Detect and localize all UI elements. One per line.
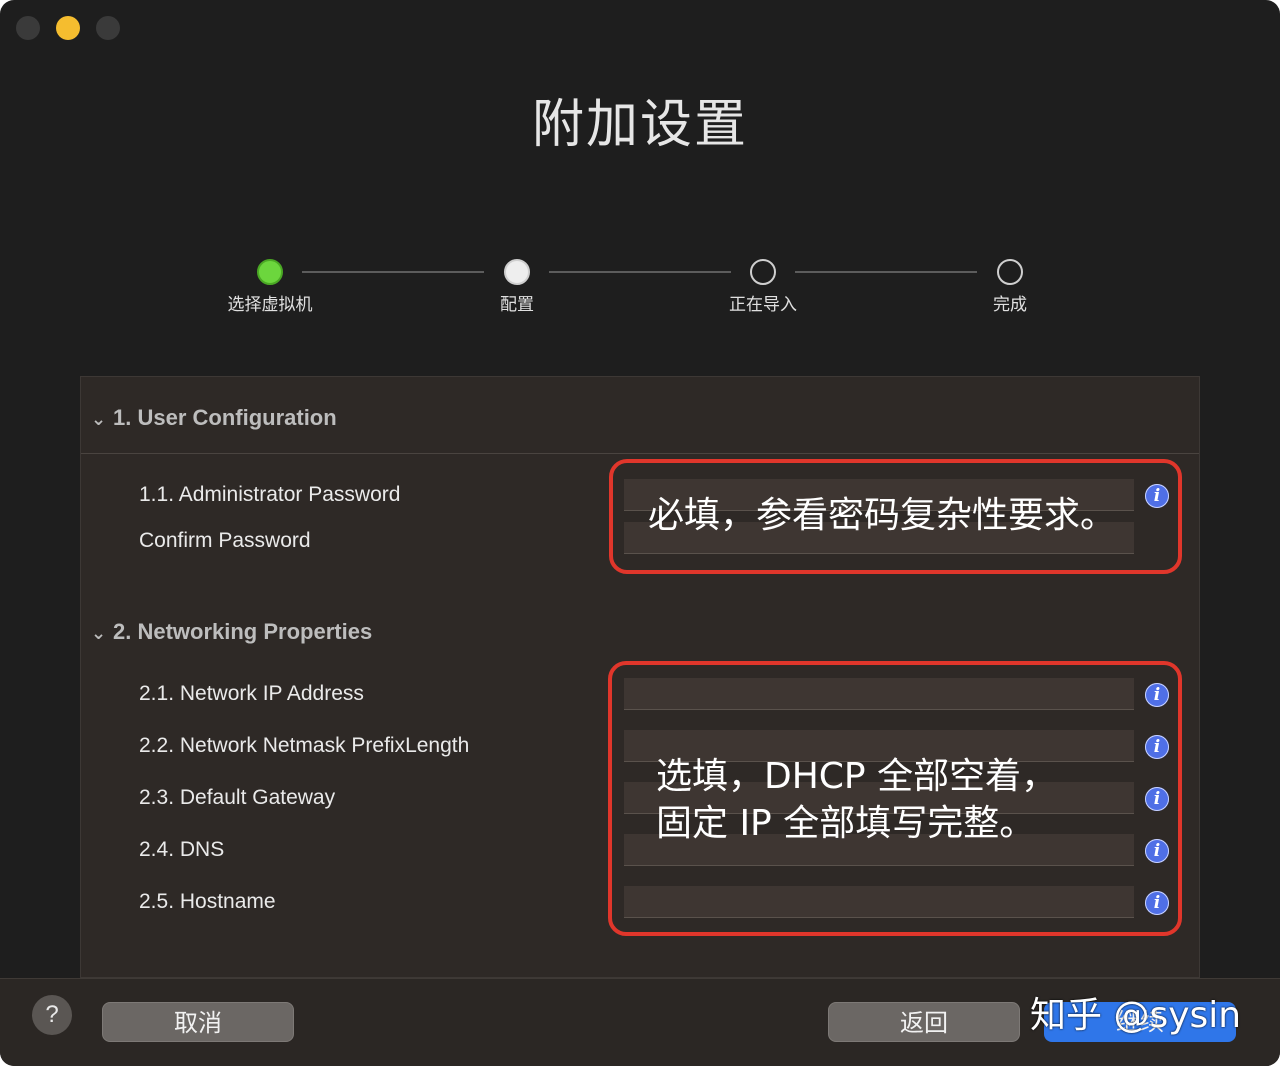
field-label-hostname: 2.5. Hostname — [139, 890, 276, 913]
step-indicator-current — [504, 259, 530, 285]
chevron-down-icon: ⌄ — [91, 623, 107, 643]
field-label-admin-password: 1.1. Administrator Password — [139, 483, 401, 506]
chevron-down-icon: ⌄ — [91, 409, 107, 429]
step-label-importing: 正在导入 — [729, 295, 797, 315]
field-label-default-gateway: 2.3. Default Gateway — [139, 786, 336, 809]
import-wizard-window: 附加设置 选择虚拟机 配置 正在导入 完成 ⌄ 1. User Configura… — [0, 0, 1280, 1066]
field-label-dns: 2.4. DNS — [139, 838, 225, 861]
step-label-finish: 完成 — [993, 295, 1027, 315]
close-window-button[interactable] — [16, 16, 40, 40]
step-indicator-pending — [997, 259, 1023, 285]
minimize-window-button[interactable] — [56, 16, 80, 40]
step-connector — [302, 271, 484, 273]
step-connector — [549, 271, 731, 273]
section-header-user-configuration[interactable]: ⌄ 1. User Configuration — [91, 405, 337, 431]
step-indicator-pending — [750, 259, 776, 285]
section-divider — [81, 453, 1199, 454]
step-indicator-done — [257, 259, 283, 285]
section-header-networking-properties[interactable]: ⌄ 2. Networking Properties — [91, 619, 372, 645]
watermark-text: 知乎 @sysin — [1030, 995, 1242, 1036]
field-label-confirm-password: Confirm Password — [139, 529, 311, 552]
annotation-password-note: 必填，参看密码复杂性要求。 — [648, 495, 1117, 536]
annotation-network-note-line2: 固定 IP 全部填写完整。 — [656, 803, 1036, 844]
field-label-netmask-prefix: 2.2. Network Netmask PrefixLength — [139, 734, 470, 757]
section-title: 1. User Configuration — [113, 405, 337, 430]
field-label-network-ip: 2.1. Network IP Address — [139, 682, 364, 705]
step-label-configure: 配置 — [500, 295, 534, 315]
cancel-button[interactable]: 取消 — [102, 1002, 294, 1042]
step-connector — [795, 271, 977, 273]
section-title: 2. Networking Properties — [113, 619, 373, 644]
page-title: 附加设置 — [531, 95, 748, 155]
annotation-network-note-line1: 选填，DHCP 全部空着， — [656, 756, 1058, 797]
help-button[interactable]: ? — [32, 995, 72, 1035]
back-button[interactable]: 返回 — [828, 1002, 1020, 1042]
step-label-select-vm: 选择虚拟机 — [227, 295, 313, 315]
zoom-window-button[interactable] — [96, 16, 120, 40]
